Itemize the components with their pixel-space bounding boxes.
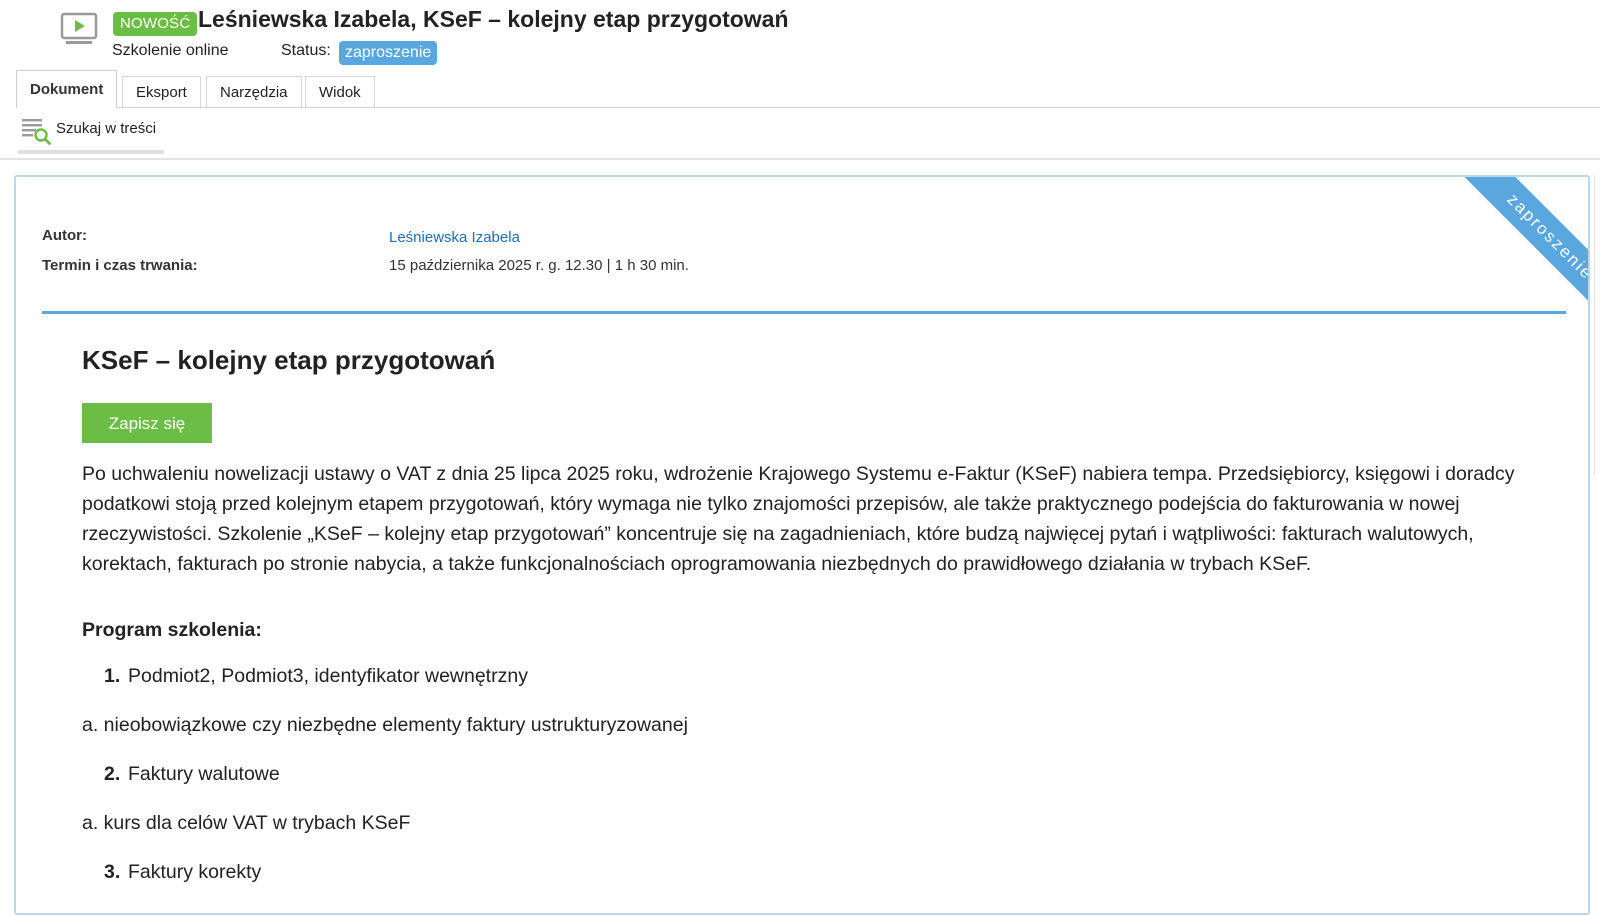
status-label: Status: <box>281 42 331 59</box>
search-in-text-icon <box>22 119 51 145</box>
tab-narzedzia[interactable]: Narzędzia <box>206 76 302 107</box>
program-item-number: 2. <box>104 763 121 785</box>
program-item-text: Faktury korekty <box>128 861 262 883</box>
signup-button[interactable]: Zapisz się <box>82 403 212 443</box>
program-heading: Program szkolenia: <box>82 619 262 641</box>
status-ribbon: zaproszenie <box>1400 177 1588 357</box>
tab-widok[interactable]: Widok <box>305 76 375 107</box>
search-in-text-label: Szukaj w treści <box>56 120 157 137</box>
tab-dokument[interactable]: Dokument <box>16 70 118 108</box>
page-title: Leśniewska Izabela, KSeF – kolejny etap … <box>198 6 789 32</box>
toolbar: Szukaj w treści <box>0 108 1600 160</box>
document-card: zaproszenie Autor: Leśniewska Izabela Te… <box>14 175 1590 915</box>
status-ribbon-label: zaproszenie <box>1445 177 1588 342</box>
program-subitem: a. kurs dla celów VAT w trybach KSeF <box>82 812 411 834</box>
tab-eksport[interactable]: Eksport <box>122 76 201 107</box>
search-in-text-button[interactable]: Szukaj w treści <box>18 110 164 154</box>
program-subitem: a. nieobowiązkowe czy niezbędne elementy… <box>82 714 688 736</box>
program-item-number: 1. <box>104 665 121 687</box>
scrollbar[interactable] <box>1594 175 1600 475</box>
program-item-text: Faktury walutowe <box>128 763 280 785</box>
video-play-icon <box>60 12 98 44</box>
page-header: NOWOŚĆ Leśniewska Izabela, KSeF – kolejn… <box>0 0 1600 70</box>
intro-paragraph: Po uchwaleniu nowelizacji ustawy o VAT z… <box>82 463 1515 575</box>
program-item-number: 3. <box>104 861 121 883</box>
author-link[interactable]: Leśniewska Izabela <box>389 229 520 246</box>
tab-bar: Dokument Eksport Narzędzia Widok <box>16 70 1600 108</box>
author-label: Autor: <box>42 227 87 244</box>
date-value: 15 października 2025 r. g. 12.30 | 1 h 3… <box>389 257 689 274</box>
status-badge: zaproszenie <box>339 41 438 65</box>
date-label: Termin i czas trwania: <box>42 257 198 274</box>
training-type: Szkolenie online <box>112 42 229 59</box>
document-heading: KSeF – kolejny etap przygotowań <box>82 345 496 375</box>
new-badge: NOWOŚĆ <box>113 12 198 36</box>
section-divider <box>42 311 1566 314</box>
program-item-text: Podmiot2, Podmiot3, identyfikator wewnęt… <box>128 665 528 687</box>
